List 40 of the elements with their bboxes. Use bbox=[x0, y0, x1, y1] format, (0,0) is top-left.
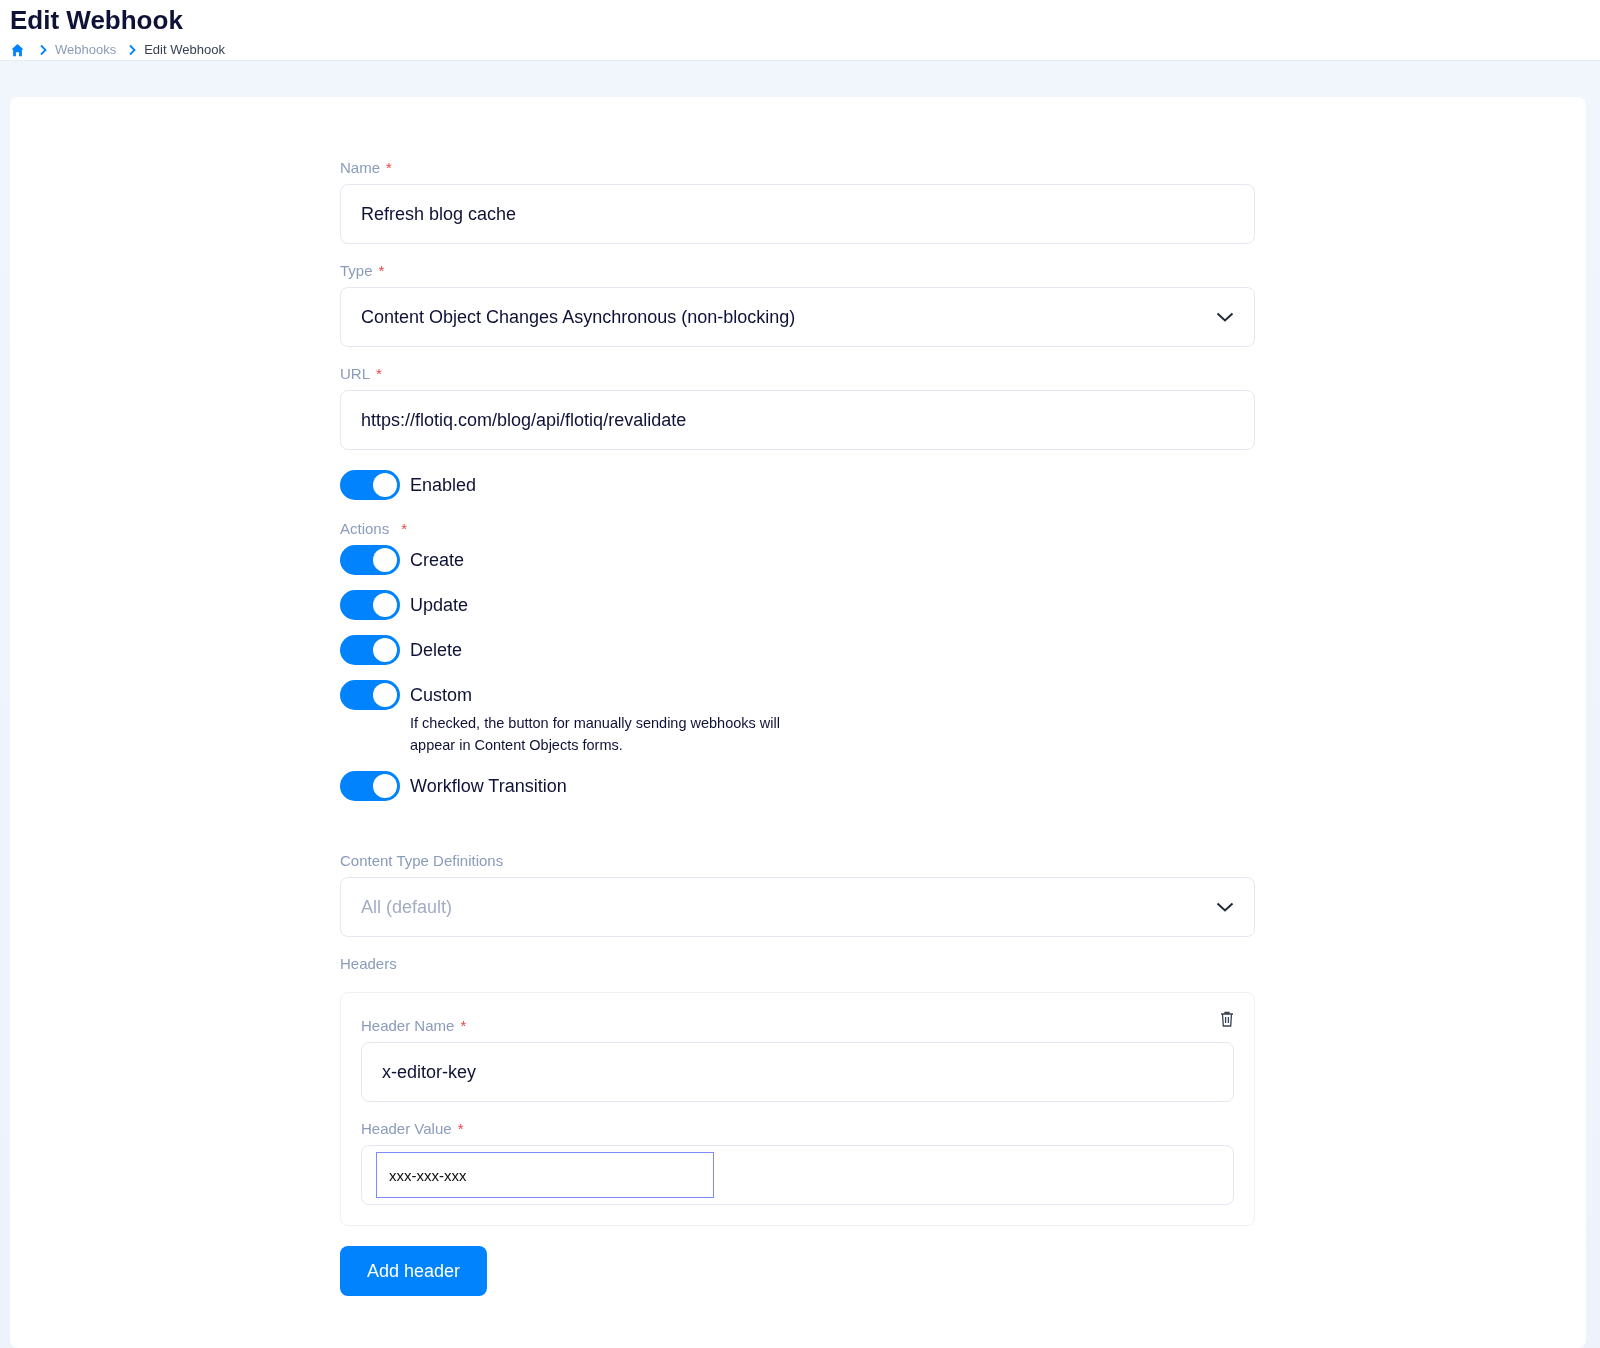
help-text: If checked, the button for manually sending webhooks will appear in Content Objects forms. bbox=[410, 714, 781, 755]
trash-icon[interactable] bbox=[1220, 1011, 1234, 1027]
toggle-label: Create bbox=[410, 549, 465, 572]
required-mark: * bbox=[386, 159, 392, 176]
name-field[interactable]: Refresh blog cache bbox=[340, 184, 1255, 244]
url-field[interactable]: https://flotiq.com/blog/api/flotiq/revalidate bbox=[340, 390, 1255, 450]
toggle-switch[interactable] bbox=[340, 545, 400, 575]
field-label: Name bbox=[340, 159, 380, 176]
page-title: Edit Webhook bbox=[10, 4, 184, 36]
required-mark: * bbox=[376, 365, 382, 382]
chevron-down-icon bbox=[1216, 902, 1234, 912]
field-label: Content Type Definitions bbox=[340, 852, 504, 869]
toggle-switch[interactable] bbox=[340, 680, 400, 710]
field-label: Header Value bbox=[361, 1120, 452, 1137]
toggle-label: Workflow Transition bbox=[410, 775, 567, 798]
header-value-input[interactable]: xxx-xxx-xxx bbox=[376, 1152, 714, 1198]
toggle-label: Update bbox=[410, 594, 469, 617]
type-select[interactable]: Content Object Changes Asynchronous (non-blocking) bbox=[340, 287, 1255, 347]
toggle-label: Custom bbox=[410, 684, 473, 707]
chevron-icon bbox=[39, 43, 47, 56]
toggle-switch[interactable] bbox=[340, 470, 400, 500]
field-label: URL bbox=[340, 365, 370, 382]
field-label: Header Name bbox=[361, 1017, 455, 1034]
required-mark: * bbox=[401, 520, 408, 537]
field-label: Type bbox=[340, 262, 373, 279]
chevron-icon bbox=[128, 43, 137, 56]
required-mark: * bbox=[378, 262, 385, 279]
field-label: Headers bbox=[340, 955, 397, 972]
toggle-switch[interactable] bbox=[340, 771, 400, 801]
add-header-button[interactable]: Add header bbox=[340, 1246, 488, 1296]
header-name-field[interactable]: x-editor-key bbox=[361, 1042, 1234, 1102]
toggle-label: Delete bbox=[410, 639, 463, 662]
required-mark: * bbox=[460, 1017, 467, 1034]
required-mark: * bbox=[457, 1120, 464, 1137]
toggle-label: Enabled bbox=[410, 474, 477, 497]
home-icon[interactable] bbox=[10, 42, 25, 57]
chevron-down-icon bbox=[1216, 312, 1234, 322]
toggle-switch[interactable] bbox=[340, 635, 400, 665]
field-label: Actions bbox=[340, 520, 390, 537]
toggle-switch[interactable] bbox=[340, 590, 400, 620]
